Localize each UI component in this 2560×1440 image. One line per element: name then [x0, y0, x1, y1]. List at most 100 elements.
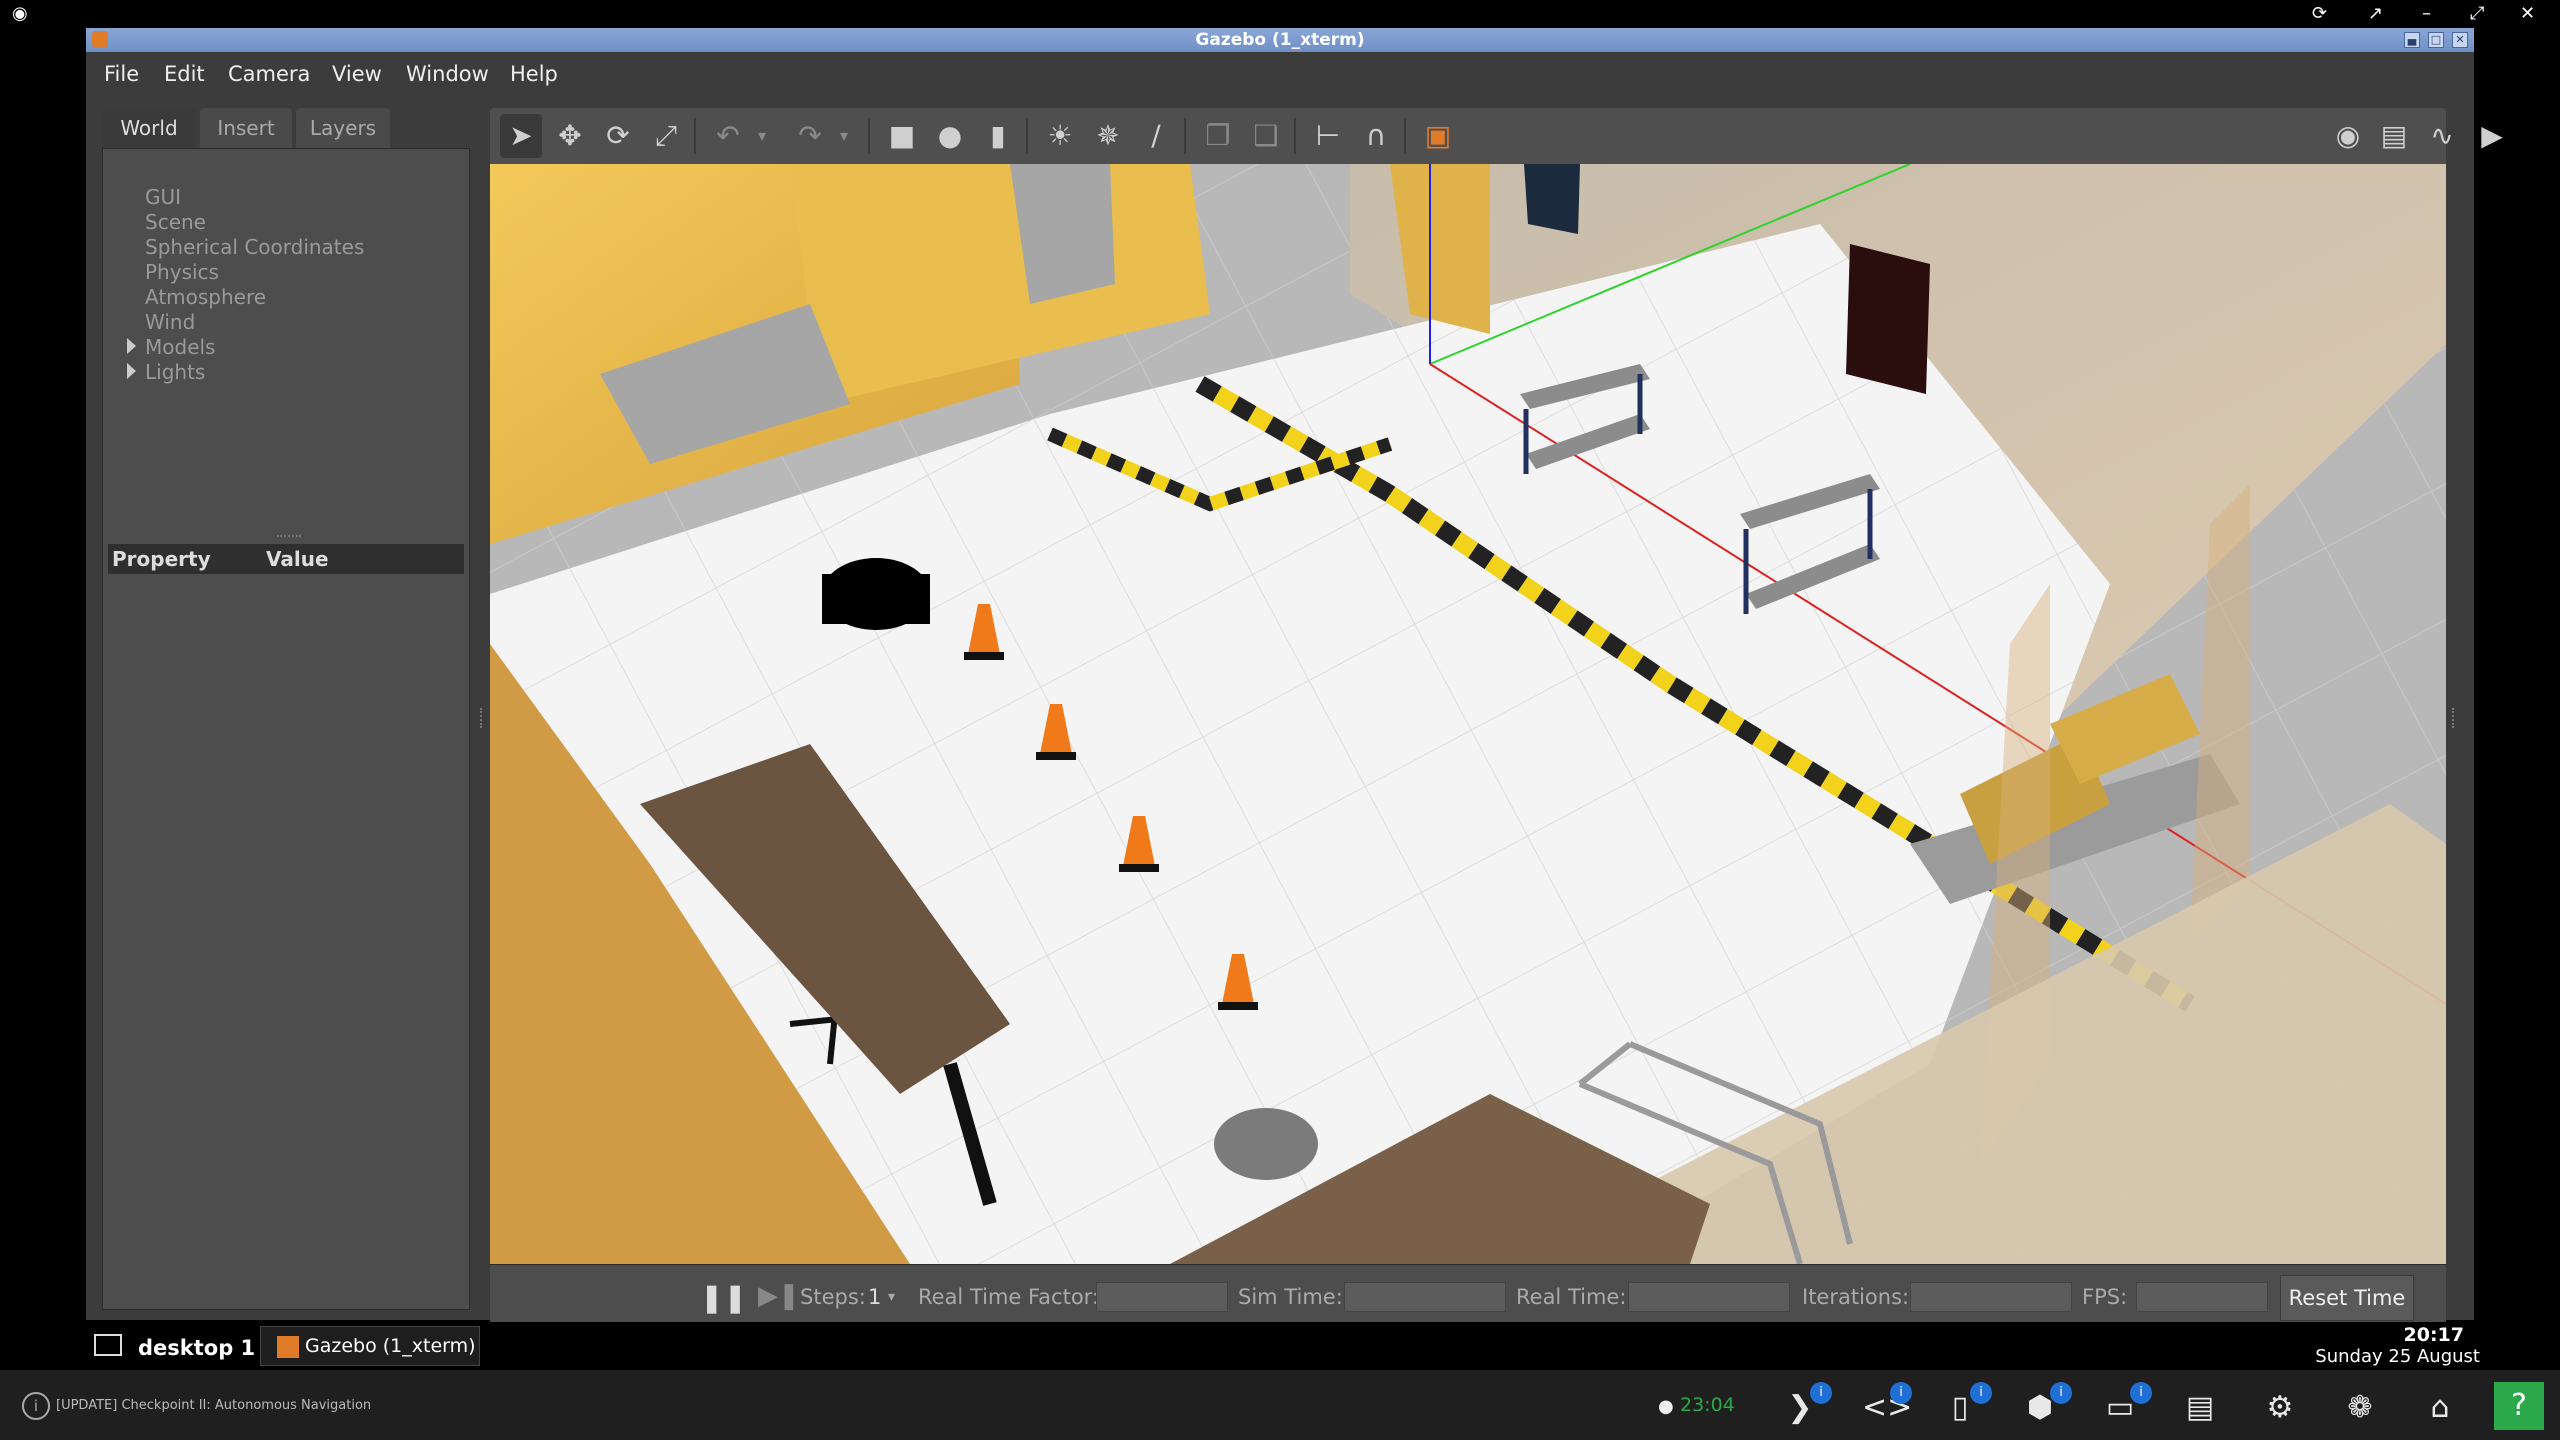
- menu-file[interactable]: File: [104, 62, 139, 86]
- info-icon[interactable]: i: [22, 1392, 50, 1420]
- robot-icon[interactable]: ⚙: [2262, 1390, 2298, 1426]
- tab-insert[interactable]: Insert: [200, 108, 292, 148]
- fps-field: [2136, 1282, 2268, 1312]
- fullscreen-icon[interactable]: ⤢: [2470, 2, 2484, 26]
- tab-world[interactable]: World: [102, 108, 196, 148]
- view-angle-icon[interactable]: ▣: [1422, 120, 1454, 152]
- dock: i [UPDATE] Checkpoint II: Autonomous Nav…: [0, 1370, 2560, 1440]
- taskbar-gazebo-button[interactable]: Gazebo (1_xterm): [260, 1326, 480, 1366]
- home-icon[interactable]: ⌂: [2422, 1390, 2458, 1426]
- window-title: Gazebo (1_xterm): [1195, 30, 1365, 50]
- record-icon[interactable]: ▶: [2476, 120, 2508, 152]
- close-icon[interactable]: ✕: [2520, 2, 2535, 26]
- select-icon[interactable]: ➤: [505, 120, 537, 152]
- real-time-field: [1628, 1282, 1790, 1312]
- toolbar: ➤ ✥ ⟳ ⤢ ↶ ▾ ↷ ▾ ■ ● ▮ ☀ ✵ ∕ ❐ ❑ ⊢ ∩ ▣ ◉ …: [490, 108, 2503, 164]
- value-column-header: Value: [266, 547, 329, 571]
- scene-render: [490, 164, 2446, 1264]
- real-time-label: Real Time:: [1516, 1285, 1627, 1309]
- menu-camera[interactable]: Camera: [228, 62, 310, 86]
- pause-button[interactable]: ❚❚: [700, 1281, 747, 1314]
- minimize-icon[interactable]: –: [2422, 2, 2431, 26]
- align-icon[interactable]: ⊢: [1312, 120, 1344, 152]
- steps-label: Steps:: [800, 1285, 866, 1309]
- real-time-factor-label: Real Time Factor:: [918, 1285, 1100, 1309]
- clock-time: 20:17: [2403, 1324, 2464, 1346]
- tree-item-lights[interactable]: Lights: [145, 360, 205, 384]
- help-button[interactable]: ?: [2494, 1382, 2544, 1430]
- redo-dropdown-icon[interactable]: ▾: [828, 120, 860, 152]
- monitor-icon[interactable]: ▭ i: [2102, 1382, 2152, 1426]
- session-timer: 23:04: [1680, 1394, 1735, 1416]
- screenshot-icon[interactable]: ◉: [2332, 120, 2364, 152]
- notebook-icon[interactable]: ▯ i: [1942, 1382, 1992, 1426]
- cylinder-icon[interactable]: ▮: [982, 120, 1014, 152]
- iterations-label: Iterations:: [1802, 1285, 1910, 1309]
- scene-viewport[interactable]: [490, 164, 2446, 1264]
- property-table-header: Property Value: [108, 544, 464, 574]
- reset-time-button[interactable]: Reset Time: [2280, 1275, 2414, 1321]
- tab-layers[interactable]: Layers: [296, 108, 390, 148]
- property-column-header: Property: [112, 547, 211, 571]
- tree-item-physics[interactable]: Physics: [145, 260, 219, 284]
- translate-icon[interactable]: ✥: [554, 120, 586, 152]
- ai-assistant-icon[interactable]: ❁: [2342, 1390, 2378, 1426]
- notification-text[interactable]: [UPDATE] Checkpoint II: Autonomous Navig…: [56, 1398, 371, 1413]
- desktop-icon: [94, 1334, 122, 1356]
- sim-time-label: Sim Time:: [1238, 1285, 1343, 1309]
- scale-icon[interactable]: ⤢: [650, 120, 682, 152]
- undo-icon[interactable]: ↶: [712, 120, 744, 152]
- expand-lights-icon[interactable]: [127, 363, 136, 379]
- terminal-icon[interactable]: ❯ i: [1782, 1382, 1832, 1426]
- system-top-bar: ◉ ⟳ ↗ – ⤢ ✕: [0, 0, 2560, 28]
- left-panel-tabs: World Insert Layers: [102, 108, 482, 148]
- point-light-icon[interactable]: ☀: [1044, 120, 1076, 152]
- fps-label: FPS:: [2082, 1285, 2128, 1309]
- tree-item-atmosphere[interactable]: Atmosphere: [145, 285, 266, 309]
- snap-icon[interactable]: ∩: [1360, 120, 1392, 152]
- spot-light-icon[interactable]: ✵: [1092, 120, 1124, 152]
- redo-icon[interactable]: ↷: [794, 120, 826, 152]
- menu-help[interactable]: Help: [510, 62, 558, 86]
- tree-item-wind[interactable]: Wind: [145, 310, 195, 334]
- refresh-icon[interactable]: ⟳: [2312, 2, 2327, 26]
- paste-icon[interactable]: ❑: [1250, 120, 1282, 152]
- window-maximize-button[interactable]: □: [2428, 32, 2444, 48]
- open-external-icon[interactable]: ↗: [2368, 2, 2383, 26]
- copy-icon[interactable]: ❐: [1202, 120, 1234, 152]
- time-control-bar: ❚❚ ▶❚ Steps: 1 ▾ Real Time Factor: Sim T…: [490, 1264, 2446, 1331]
- menu-window[interactable]: Window: [406, 62, 489, 86]
- right-splitter[interactable]: [2452, 708, 2456, 728]
- splitter-handle[interactable]: [277, 535, 301, 539]
- tree-item-spherical-coordinates[interactable]: Spherical Coordinates: [145, 235, 364, 259]
- window-minimize-button[interactable]: ▄: [2404, 32, 2420, 48]
- system-menu-icon[interactable]: ◉: [12, 2, 28, 26]
- code-editor-icon[interactable]: <> i: [1862, 1382, 1912, 1426]
- steps-value[interactable]: 1: [868, 1285, 881, 1309]
- tree-item-gui[interactable]: GUI: [145, 185, 181, 209]
- title-bar[interactable]: Gazebo (1_xterm) ▄ □ ✕: [86, 28, 2474, 52]
- rotate-icon[interactable]: ⟳: [602, 120, 634, 152]
- gazebo-task-icon: [277, 1335, 299, 1358]
- desktop-switcher[interactable]: desktop 1: [138, 1330, 255, 1366]
- plot-icon[interactable]: ∿: [2426, 120, 2458, 152]
- timer-icon: ●: [1658, 1396, 1674, 1417]
- tree-item-models[interactable]: Models: [145, 335, 215, 359]
- menu-view[interactable]: View: [332, 62, 382, 86]
- menu-edit[interactable]: Edit: [164, 62, 205, 86]
- log-icon[interactable]: ▤: [2378, 120, 2410, 152]
- iterations-field: [1910, 1282, 2072, 1312]
- undo-dropdown-icon[interactable]: ▾: [746, 120, 778, 152]
- steps-dropdown-icon[interactable]: ▾: [888, 1289, 895, 1305]
- step-button[interactable]: ▶❚: [758, 1281, 800, 1311]
- box-icon[interactable]: ■: [886, 120, 918, 152]
- window-close-button[interactable]: ✕: [2452, 32, 2468, 48]
- book-icon[interactable]: ▤: [2182, 1390, 2218, 1426]
- package-icon[interactable]: ⬢ i: [2022, 1382, 2072, 1426]
- expand-models-icon[interactable]: [127, 338, 136, 354]
- directional-light-icon[interactable]: ∕: [1140, 120, 1172, 152]
- left-splitter[interactable]: [480, 708, 484, 728]
- sim-time-field: [1344, 1282, 1506, 1312]
- tree-item-scene[interactable]: Scene: [145, 210, 206, 234]
- sphere-icon[interactable]: ●: [934, 120, 966, 152]
